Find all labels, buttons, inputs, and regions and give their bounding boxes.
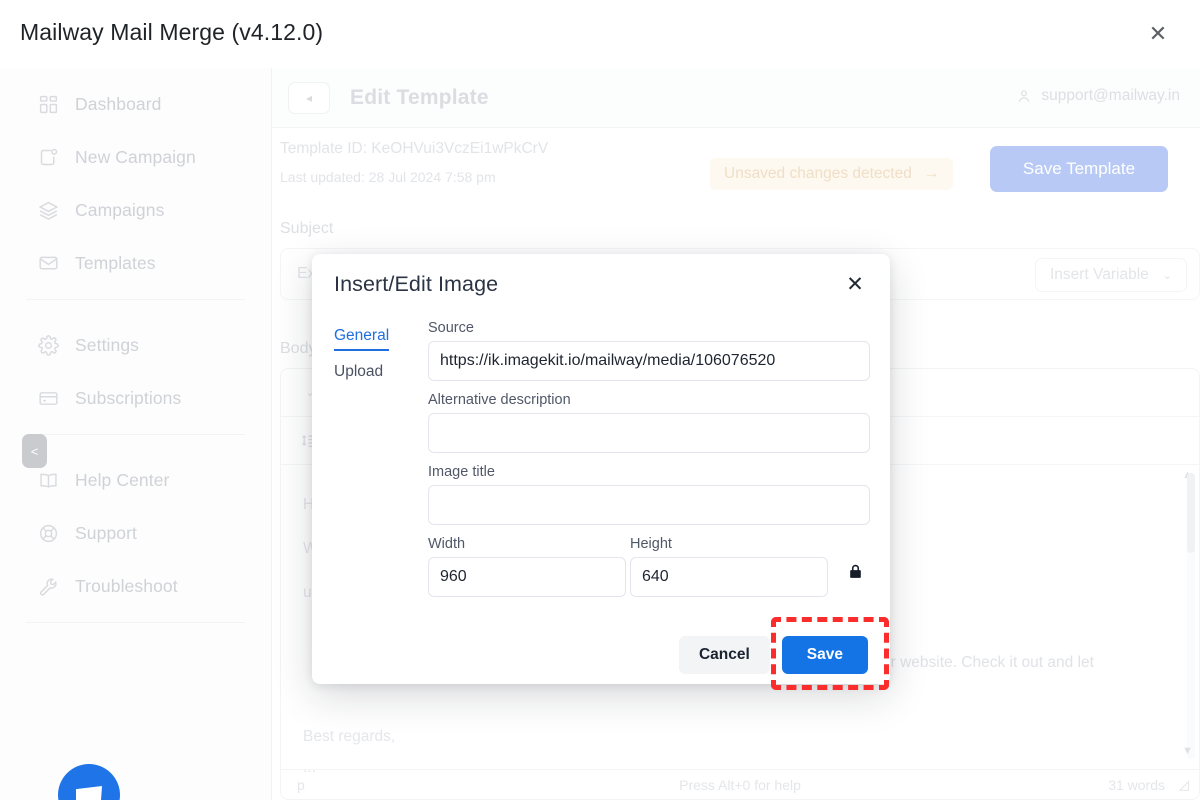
sidebar-group-primary: Dashboard New Campaign Campaigns Templat… bbox=[0, 68, 271, 290]
sidebar-item-label: Subscriptions bbox=[75, 388, 182, 408]
sidebar-item-label: Dashboard bbox=[75, 94, 162, 114]
image-title-label: Image title bbox=[428, 464, 495, 480]
chat-launcher-icon bbox=[76, 786, 102, 800]
tab-upload[interactable]: Upload bbox=[334, 360, 383, 385]
gear-icon bbox=[38, 335, 59, 356]
page-title: Edit Template bbox=[350, 85, 489, 109]
sidebar-divider bbox=[26, 299, 245, 300]
back-button[interactable]: ◂ bbox=[288, 81, 330, 114]
subject-label: Subject bbox=[280, 220, 334, 237]
image-title-fieldset: Image title bbox=[428, 464, 870, 525]
editor-line-occluded: ur website. Check it out and let bbox=[882, 654, 1094, 671]
campaigns-icon bbox=[38, 200, 59, 221]
element-path[interactable]: p bbox=[297, 777, 305, 793]
image-form: Source Alternative description Image tit… bbox=[428, 320, 870, 597]
sidebar-item-new-campaign[interactable]: New Campaign bbox=[0, 131, 271, 184]
sidebar-group-help: Help Center Support Troubleshoot bbox=[0, 444, 271, 613]
dialog-tabs: General Upload bbox=[334, 324, 426, 394]
editor-scrollbar[interactable]: ▲ ▼ bbox=[1182, 469, 1195, 759]
source-label: Source bbox=[428, 320, 474, 336]
templates-icon bbox=[38, 253, 59, 274]
dashboard-icon bbox=[38, 94, 59, 115]
unsaved-changes-text: Unsaved changes detected bbox=[724, 165, 912, 182]
alt-fieldset: Alternative description bbox=[428, 392, 870, 453]
dialog-footer: Cancel Save bbox=[312, 626, 890, 684]
source-input[interactable] bbox=[428, 341, 870, 381]
app-title: Mailway Mail Merge (v4.12.0) bbox=[20, 19, 324, 45]
alt-label: Alternative description bbox=[428, 392, 571, 408]
sidebar-divider bbox=[26, 622, 245, 623]
sidebar-item-label: Settings bbox=[75, 335, 140, 355]
unsaved-changes-badge[interactable]: Unsaved changes detected → bbox=[710, 158, 954, 190]
sidebar-group-account: Settings Subscriptions bbox=[0, 309, 271, 425]
sidebar-item-label: Campaigns bbox=[75, 200, 165, 220]
word-count: 31 words bbox=[1108, 776, 1165, 793]
source-fieldset: Source bbox=[428, 320, 870, 381]
page-subheader: ◂ Edit Template support@mailway.in bbox=[272, 68, 1200, 128]
sidebar-item-label: Help Center bbox=[75, 470, 170, 490]
sidebar-item-troubleshoot[interactable]: Troubleshoot bbox=[0, 560, 271, 613]
sidebar-item-support[interactable]: Support bbox=[0, 507, 271, 560]
sidebar-item-dashboard[interactable]: Dashboard bbox=[0, 78, 271, 131]
height-fieldset: Height bbox=[630, 536, 830, 597]
user-email: support@mailway.in bbox=[1041, 87, 1180, 104]
user-account[interactable]: support@mailway.in bbox=[1016, 87, 1180, 105]
cancel-button[interactable]: Cancel bbox=[678, 636, 770, 674]
arrow-right-icon: → bbox=[923, 165, 940, 182]
alt-input[interactable] bbox=[428, 413, 870, 453]
sidebar-item-label: New Campaign bbox=[75, 147, 196, 167]
dialog-body: General Upload Source Alternative descri… bbox=[312, 314, 890, 632]
sidebar-item-subscriptions[interactable]: Subscriptions bbox=[0, 372, 271, 425]
sidebar-item-settings[interactable]: Settings bbox=[0, 319, 271, 372]
width-input[interactable] bbox=[428, 557, 626, 597]
insert-variable-dropdown[interactable]: Insert Variable ⌄ bbox=[1034, 258, 1187, 292]
user-icon bbox=[1016, 88, 1032, 104]
last-updated: Last updated: 28 Jul 2024 7:58 pm bbox=[280, 169, 496, 185]
scroll-down-icon[interactable]: ▼ bbox=[1182, 745, 1193, 757]
lifebuoy-icon bbox=[38, 523, 59, 544]
new-campaign-icon bbox=[38, 147, 59, 168]
book-icon bbox=[38, 470, 59, 491]
card-icon bbox=[38, 388, 59, 409]
lock-icon[interactable] bbox=[844, 558, 866, 584]
editor-statusbar: p Press Alt+0 for help 31 words ◿ bbox=[281, 769, 1199, 799]
image-title-input[interactable] bbox=[428, 485, 870, 525]
template-id: Template ID: KeOHVui3VczEi1wPkCrV bbox=[280, 140, 549, 157]
width-fieldset: Width bbox=[428, 536, 628, 597]
insert-edit-image-dialog: Insert/Edit Image ✕ General Upload Sourc… bbox=[312, 254, 890, 684]
body-label: Body bbox=[280, 340, 317, 357]
height-input[interactable] bbox=[630, 557, 828, 597]
sidebar-divider bbox=[26, 434, 245, 435]
sidebar-item-label: Templates bbox=[75, 253, 156, 273]
editor-signoff: Best regards, bbox=[303, 728, 396, 745]
dimensions-row: Width Height bbox=[428, 536, 870, 597]
insert-variable-label: Insert Variable bbox=[1049, 266, 1149, 283]
sidebar-item-label: Troubleshoot bbox=[75, 576, 178, 596]
dialog-header: Insert/Edit Image ✕ bbox=[312, 254, 890, 314]
save-button[interactable]: Save bbox=[781, 636, 868, 674]
dialog-title: Insert/Edit Image bbox=[334, 271, 499, 296]
chevron-down-icon: ⌄ bbox=[1162, 269, 1172, 282]
scrollbar-thumb[interactable] bbox=[1187, 473, 1195, 553]
help-hint: Press Alt+0 for help bbox=[679, 776, 801, 793]
dialog-close-icon[interactable]: ✕ bbox=[842, 271, 868, 297]
wrench-icon bbox=[38, 576, 59, 597]
height-label: Height bbox=[630, 536, 672, 552]
sidebar-item-templates[interactable]: Templates bbox=[0, 237, 271, 290]
save-template-button[interactable]: Save Template bbox=[990, 146, 1168, 192]
sidebar-item-label: Support bbox=[75, 523, 137, 543]
width-label: Width bbox=[428, 536, 466, 552]
app-window: Mailway Mail Merge (v4.12.0) ✕ Dashboard… bbox=[0, 0, 1200, 800]
resize-grip-icon[interactable]: ◿ bbox=[1179, 777, 1189, 793]
close-icon[interactable]: ✕ bbox=[1144, 20, 1172, 48]
window-titlebar: Mailway Mail Merge (v4.12.0) ✕ bbox=[0, 0, 1200, 68]
sidebar-collapse-button[interactable]: < bbox=[22, 434, 47, 468]
tab-general[interactable]: General bbox=[334, 324, 390, 351]
sidebar-item-campaigns[interactable]: Campaigns bbox=[0, 184, 271, 237]
